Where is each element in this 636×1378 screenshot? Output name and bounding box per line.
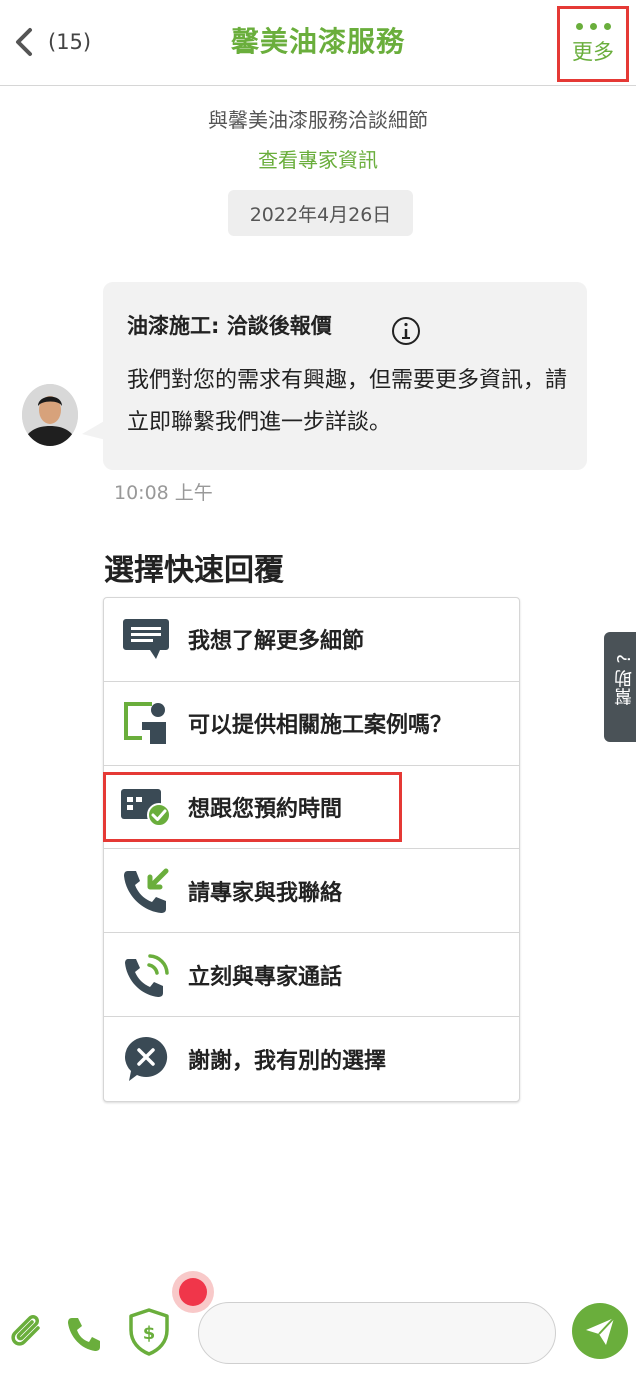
quick-reply-list: 我想了解更多細節 可以提供相關施工案例嗎？ 想跟您預約時間 請專家與我聯絡 立刻… [103, 597, 520, 1102]
message-time: 10:08 上午 [114, 482, 213, 504]
header: (15) 馨美油漆服務 更多 [0, 0, 636, 86]
quick-reply-case-examples[interactable]: 可以提供相關施工案例嗎？ [104, 682, 519, 766]
quick-reply-label: 立刻與專家通話 [188, 964, 343, 990]
chat-subtitle: 與馨美油漆服務洽談細節 [208, 108, 428, 132]
paperclip-icon[interactable] [8, 1312, 48, 1352]
message-icon [120, 615, 172, 663]
quick-reply-label: 我想了解更多細節 [188, 629, 365, 655]
send-button[interactable] [572, 1303, 628, 1359]
quick-reply-call-now[interactable]: 立刻與專家通話 [104, 933, 519, 1017]
highlight-box [103, 772, 402, 842]
message-input[interactable] [198, 1302, 556, 1364]
expert-info-link[interactable]: 查看專家資訊 [0, 144, 636, 173]
page-title: 馨美油漆服務 [230, 25, 405, 58]
date-divider: 2022年4月26日 [228, 190, 413, 236]
send-icon [586, 1317, 615, 1345]
quick-reply-more-details[interactable]: 我想了解更多細節 [104, 598, 519, 682]
svg-text:$: $ [143, 1323, 156, 1344]
quick-reply-other-choice[interactable]: 謝謝，我有別的選擇 [104, 1017, 519, 1101]
record-indicator[interactable] [172, 1271, 214, 1313]
phone-icon[interactable] [64, 1314, 104, 1354]
more-button[interactable]: 更多 [557, 6, 629, 82]
close-bubble-icon [120, 1035, 172, 1083]
more-dots-icon [575, 22, 611, 30]
presentation-icon [120, 699, 172, 747]
quick-reply-label: 請專家與我聯絡 [188, 880, 343, 906]
phone-ringing-icon [120, 951, 172, 999]
help-tab[interactable]: 幫助 ? [604, 632, 636, 742]
message-title: 油漆施工: 洽談後報價 [127, 314, 332, 338]
help-tab-label: 幫助 ? [614, 654, 635, 706]
message-bubble: 油漆施工: 洽談後報價 我們對您的需求有興趣，但需要更多資訊，請立即聯繫我們進一… [103, 282, 587, 470]
info-icon[interactable] [391, 316, 421, 346]
shield-dollar-icon[interactable]: $ [128, 1308, 170, 1356]
quick-reply-heading: 選擇快速回覆 [104, 553, 284, 588]
quick-reply-label: 謝謝，我有別的選擇 [188, 1048, 387, 1074]
avatar-image [22, 384, 78, 446]
more-label: 更多 [572, 39, 614, 64]
quick-reply-expert-contact[interactable]: 請專家與我聯絡 [104, 849, 519, 934]
message-body: 我們對您的需求有興趣，但需要更多資訊，請立即聯繫我們進一步詳談。 [127, 368, 568, 435]
quick-reply-label: 可以提供相關施工案例嗎？ [188, 713, 453, 739]
incoming-call-icon [120, 867, 172, 915]
avatar[interactable] [22, 384, 78, 446]
